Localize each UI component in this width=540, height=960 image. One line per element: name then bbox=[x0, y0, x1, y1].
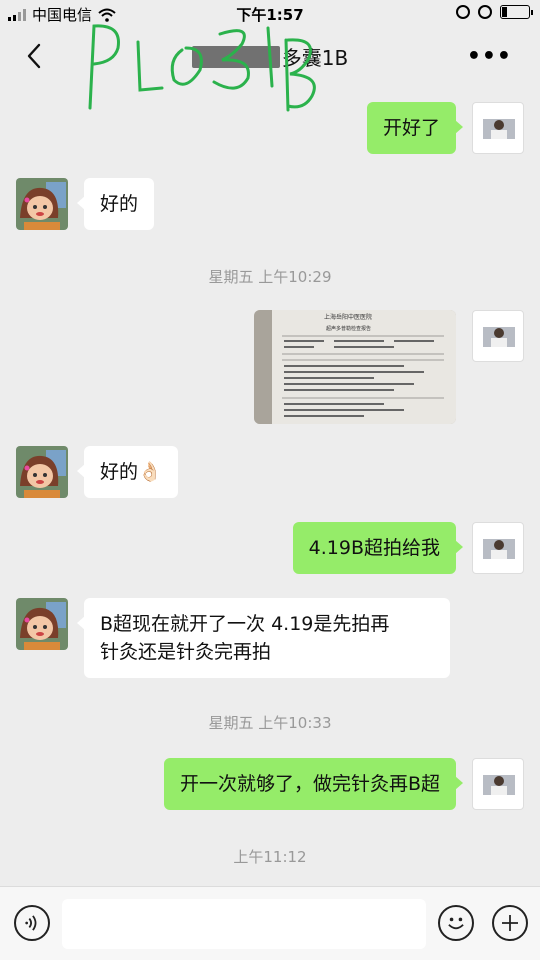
message-row: 好的👌🏻 bbox=[0, 446, 540, 500]
message-row: 4.19B超拍给我 bbox=[0, 522, 540, 576]
report-subtitle: 超声多普勒检查报告 bbox=[326, 325, 371, 332]
battery-icon bbox=[500, 5, 533, 19]
incoming-bubble[interactable]: 好的 bbox=[76, 178, 155, 230]
nav-bar: 多囊1B ••• bbox=[0, 28, 540, 84]
message-text-line: B超现在就开了一次 4.19是先拍再 bbox=[100, 613, 390, 635]
voice-icon[interactable] bbox=[14, 905, 50, 941]
chat-title-text: 多囊1B bbox=[281, 46, 349, 70]
incoming-bubble[interactable]: B超现在就开了一次 4.19是先拍再 针灸还是针灸完再拍 bbox=[77, 598, 450, 678]
cartoon-girl-avatar-icon bbox=[16, 178, 68, 230]
redacted-name bbox=[191, 46, 280, 68]
report-photo[interactable]: 上海岳阳中医医院 超声多普勒检查报告 bbox=[254, 310, 456, 424]
cartoon-girl-avatar-icon bbox=[16, 446, 68, 498]
message-text: 好的👌🏻 bbox=[100, 461, 162, 483]
chat-title: 多囊1B bbox=[0, 42, 540, 71]
alarm-icon bbox=[478, 5, 492, 19]
outgoing-bubble[interactable]: 开好了 bbox=[366, 102, 464, 154]
message-row: 上海岳阳中医医院 超声多普勒检查报告 bbox=[0, 310, 540, 426]
outgoing-bubble[interactable]: 4.19B超拍给我 bbox=[292, 522, 464, 574]
message-text-line: 针灸还是针灸完再拍 bbox=[100, 641, 272, 663]
my-avatar[interactable] bbox=[472, 758, 524, 810]
message-row: 好的 bbox=[0, 178, 540, 232]
plus-icon[interactable] bbox=[492, 905, 528, 941]
my-avatar[interactable] bbox=[472, 102, 524, 154]
message-timestamp: 星期五 上午10:29 bbox=[208, 268, 332, 286]
more-dots-icon[interactable]: ••• bbox=[467, 44, 512, 69]
contact-avatar[interactable] bbox=[16, 598, 68, 650]
contact-avatar[interactable] bbox=[16, 446, 68, 498]
message-text: 开好了 bbox=[382, 117, 440, 139]
input-bar bbox=[0, 886, 540, 960]
my-avatar[interactable] bbox=[472, 310, 524, 362]
contact-avatar[interactable] bbox=[16, 178, 68, 230]
status-bar: 中国电信 下午1:57 bbox=[0, 0, 540, 28]
message-row: 开一次就够了，做完针灸再B超 bbox=[0, 758, 540, 812]
ultrasound-report-image: 上海岳阳中医医院 超声多普勒检查报告 bbox=[254, 310, 456, 424]
doctor-avatar-icon bbox=[483, 775, 515, 795]
doctor-avatar-icon bbox=[483, 119, 515, 139]
message-row: 开好了 bbox=[0, 102, 540, 156]
rotation-lock-icon bbox=[456, 5, 470, 19]
report-title: 上海岳阳中医医院 bbox=[324, 313, 372, 321]
message-text: 4.19B超拍给我 bbox=[308, 537, 440, 559]
message-timestamp: 上午11:12 bbox=[233, 848, 307, 866]
status-right bbox=[456, 5, 533, 19]
message-text: 好的 bbox=[100, 193, 139, 215]
cartoon-girl-avatar-icon bbox=[16, 598, 68, 650]
message-input[interactable] bbox=[62, 899, 426, 949]
message-text: 开一次就够了，做完针灸再B超 bbox=[179, 773, 440, 795]
my-avatar[interactable] bbox=[472, 522, 524, 574]
message-timestamp: 星期五 上午10:33 bbox=[208, 714, 332, 732]
message-row: B超现在就开了一次 4.19是先拍再 针灸还是针灸完再拍 bbox=[0, 598, 540, 680]
doctor-avatar-icon bbox=[483, 539, 515, 559]
doctor-avatar-icon bbox=[483, 327, 515, 347]
outgoing-bubble[interactable]: 开一次就够了，做完针灸再B超 bbox=[163, 758, 464, 810]
emoji-icon[interactable] bbox=[438, 905, 474, 941]
incoming-bubble[interactable]: 好的👌🏻 bbox=[77, 446, 178, 498]
